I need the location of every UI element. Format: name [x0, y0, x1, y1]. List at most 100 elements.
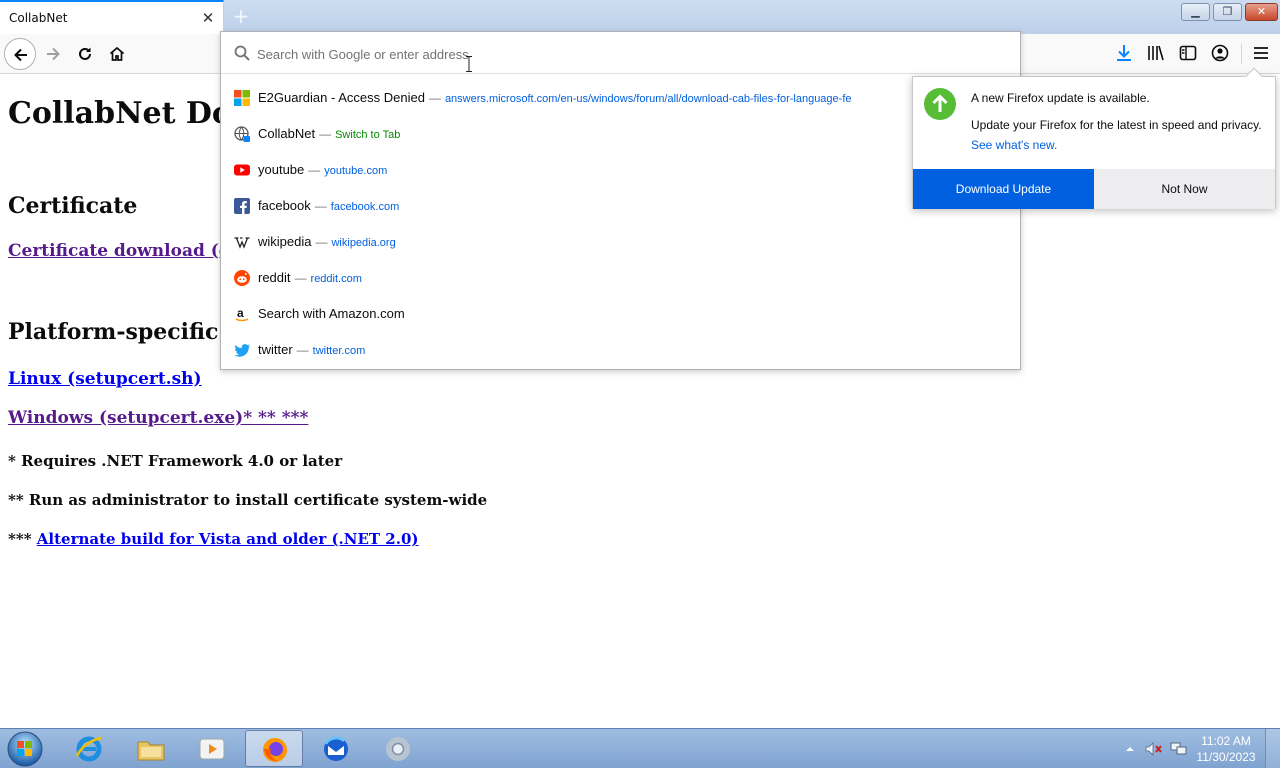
note-net-framework: * Requires .NET Framework 4.0 or later [8, 452, 343, 470]
show-hidden-icons-icon[interactable] [1123, 742, 1137, 756]
taskbar-media-player[interactable] [183, 730, 241, 767]
library-icon[interactable] [1146, 43, 1166, 63]
network-icon[interactable] [1170, 741, 1188, 757]
suggestion-e2guardian[interactable]: E2Guardian - Access Denied — answers.micro… [221, 80, 1020, 116]
tab-strip: CollabNet ✕ + ▁ ❐ ✕ [0, 0, 1280, 34]
suggestion-wikipedia[interactable]: wikipedia — wikipedia.org [221, 224, 1020, 260]
suggestion-url: answers.microsoft.com/en-us/windows/foru… [444, 93, 852, 105]
suggestion-action: Switch to Tab [335, 129, 401, 141]
facebook-icon [234, 198, 250, 214]
suggestion-text: reddit — reddit.com [258, 270, 362, 285]
reload-icon [79, 47, 91, 60]
suggestion-twitter[interactable]: twitter — twitter.com [221, 332, 1020, 368]
suggestion-title: Search with Amazon.com [258, 306, 405, 321]
window-close-button[interactable]: ✕ [1245, 3, 1278, 21]
back-button[interactable] [4, 38, 36, 70]
certificate-heading: Certificate [8, 193, 138, 219]
home-button[interactable] [101, 38, 133, 70]
svg-text:a: a [237, 306, 244, 320]
microsoft-icon [234, 90, 250, 106]
sidebar-icon[interactable] [1178, 43, 1198, 63]
taskbar-file-explorer[interactable] [122, 730, 180, 767]
linux-download-link[interactable]: Linux (setupcert.sh) [8, 369, 202, 389]
taskbar: 11:02 AM 11/30/2023 [0, 728, 1280, 768]
tab-title: CollabNet [9, 11, 68, 25]
account-icon[interactable] [1210, 43, 1230, 63]
show-desktop-button[interactable] [1265, 729, 1280, 768]
taskbar-thunderbird[interactable] [307, 730, 365, 767]
suggestion-youtube[interactable]: youtube — youtube.com [221, 152, 1020, 188]
alternate-build-link[interactable]: Alternate build for Vista and older (.NE… [37, 530, 419, 548]
suggestion-facebook[interactable]: facebook — facebook.com [221, 188, 1020, 224]
start-button[interactable] [4, 730, 46, 768]
update-description: Update your Firefox for the latest in sp… [971, 118, 1262, 132]
hamburger-menu-icon[interactable] [1251, 43, 1271, 63]
forward-button[interactable] [37, 38, 69, 70]
volume-muted-icon[interactable] [1145, 741, 1163, 757]
suggestion-amazon-search[interactable]: a Search with Amazon.com [221, 296, 1020, 332]
suggestion-title: wikipedia [258, 234, 312, 249]
reddit-icon [234, 270, 250, 286]
not-now-button[interactable]: Not Now [1094, 169, 1275, 209]
chrome-icon [386, 737, 410, 761]
text-cursor-icon [466, 56, 472, 72]
internet-explorer-icon [75, 736, 102, 762]
note-administrator: ** Run as administrator to install certi… [8, 491, 488, 509]
window-minimize-button[interactable]: ▁ [1181, 3, 1210, 21]
forward-arrow-icon [47, 47, 60, 61]
suggestion-title: reddit [258, 270, 291, 285]
globe-tab-icon [234, 126, 250, 142]
suggestion-separator: — [315, 235, 328, 249]
download-icon[interactable] [1114, 43, 1134, 63]
amazon-icon: a [235, 306, 249, 322]
twitter-icon [234, 344, 250, 357]
suggestion-url: reddit.com [310, 273, 362, 285]
suggestion-text: E2Guardian - Access Denied — answers.micro… [258, 90, 852, 105]
taskbar-firefox[interactable] [245, 730, 303, 767]
url-bar-dropdown: E2Guardian - Access Denied—answers.micro… [220, 31, 1021, 370]
suggestion-reddit[interactable]: reddit — reddit.com [221, 260, 1020, 296]
tab-collabnet[interactable]: CollabNet ✕ [0, 0, 224, 34]
certificate-download-link[interactable]: Certificate download (crt) [8, 241, 254, 261]
url-input[interactable] [257, 43, 997, 65]
youtube-icon [234, 164, 250, 176]
whats-new-link[interactable]: See what's new. [971, 138, 1057, 152]
suggestion-url: wikipedia.org [331, 237, 396, 249]
media-player-icon [199, 738, 225, 760]
update-notification: A new Firefox update is available. Updat… [912, 67, 1276, 209]
suggestion-title: E2Guardian - Access Denied [258, 90, 425, 105]
window-restore-button[interactable]: ❐ [1213, 3, 1242, 21]
suggestion-separator: — [294, 271, 307, 285]
suggestion-url: twitter.com [312, 345, 366, 357]
firefox-icon [263, 738, 287, 762]
clock-date: 11/30/2023 [1196, 750, 1256, 764]
wikipedia-icon [234, 237, 250, 249]
tab-close-icon[interactable]: ✕ [200, 10, 216, 26]
suggestion-title: CollabNet [258, 126, 316, 141]
suggestion-text: twitter — twitter.com [258, 342, 365, 357]
suggestion-title: facebook [258, 198, 311, 213]
suggestion-separator: — [319, 127, 332, 141]
taskbar-chrome[interactable] [369, 730, 427, 767]
download-update-button[interactable]: Download Update [913, 169, 1094, 209]
suggestion-title: youtube [258, 162, 305, 177]
suggestion-collabnet[interactable]: CollabNet — Switch to Tab [221, 116, 1020, 152]
toolbar-separator [1241, 44, 1242, 64]
suggestion-text: facebook — facebook.com [258, 198, 399, 213]
taskbar-internet-explorer[interactable] [60, 730, 118, 767]
back-arrow-icon [14, 48, 27, 62]
thunderbird-icon [324, 736, 348, 761]
url-bar [221, 32, 1020, 74]
suggestion-url: youtube.com [324, 165, 388, 177]
taskbar-clock[interactable]: 11:02 AM 11/30/2023 [1196, 733, 1256, 765]
search-icon [234, 45, 250, 61]
suggestion-separator: — [296, 343, 309, 357]
update-title: A new Firefox update is available. [971, 91, 1150, 105]
new-tab-icon[interactable]: + [230, 4, 252, 28]
suggestion-separator: — [428, 91, 441, 105]
suggestion-title: twitter [258, 342, 293, 357]
reload-button[interactable] [69, 38, 101, 70]
note-alternate-build: *** Alternate build for Vista and older … [8, 530, 419, 548]
windows-download-link[interactable]: Windows (setupcert.exe)* ** *** [8, 408, 308, 428]
note-prefix: *** [8, 530, 37, 548]
